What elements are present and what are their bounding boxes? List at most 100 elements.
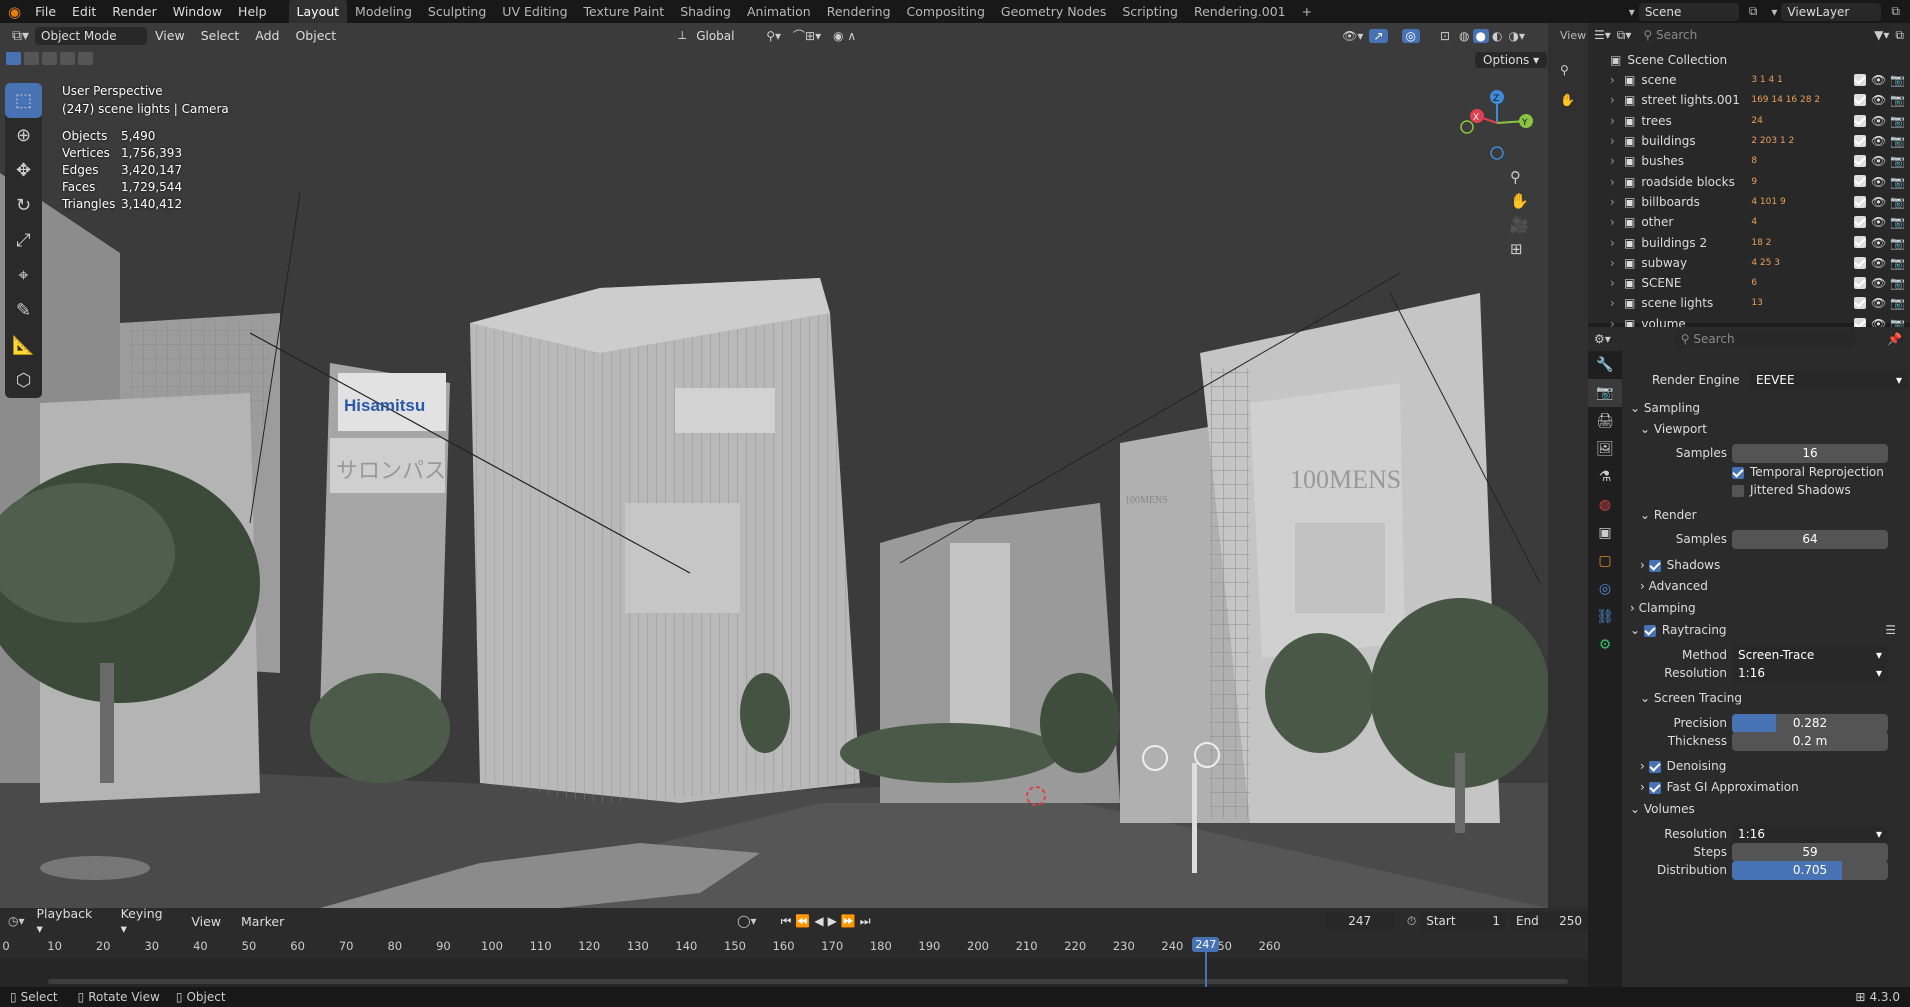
viewport-menu-view[interactable]: View xyxy=(147,28,193,43)
visibility-eye-icon[interactable]: 👁 xyxy=(1871,134,1886,148)
jump-end-icon[interactable]: ⏭ xyxy=(860,914,871,929)
snap-icon[interactable]: ⌒⊞▾ xyxy=(787,27,827,44)
menu-render[interactable]: Render xyxy=(104,0,165,23)
view-layer-icon[interactable]: ▾ xyxy=(1767,5,1781,19)
visibility-eye-icon[interactable]: 👁 xyxy=(1871,215,1886,229)
render-camera-icon[interactable]: 📷 xyxy=(1890,114,1905,128)
visibility-eye-icon[interactable]: 👁 xyxy=(1871,276,1886,290)
render-camera-icon[interactable]: 📷 xyxy=(1890,296,1905,310)
viewport-menu-object[interactable]: Object xyxy=(287,28,344,43)
overlays-toggle-icon[interactable]: ◎ xyxy=(1401,28,1420,43)
tool-rotate-icon[interactable]: ↻ xyxy=(5,188,42,223)
outliner-row[interactable]: › ▣ trees 24 👁 📷 xyxy=(1588,111,1910,131)
navigation-gizmo[interactable]: Z Y X xyxy=(1455,83,1535,163)
shading-rendered-icon[interactable]: ◑▾ xyxy=(1506,29,1529,43)
jump-start-icon[interactable]: ⏮ xyxy=(781,914,792,929)
view-layer-tab-icon[interactable]: 🖼 xyxy=(1588,435,1622,463)
jump-next-key-icon[interactable]: ⏩ xyxy=(841,914,856,928)
pivot-icon[interactable]: ⚲▾ xyxy=(760,29,787,43)
expand-chevron-icon[interactable]: › xyxy=(1610,236,1624,250)
jittered-shadows-checkbox[interactable] xyxy=(1732,484,1744,497)
outliner-row[interactable]: › ▣ scene 3 1 4 1 👁 📷 xyxy=(1588,70,1910,90)
tab-scripting[interactable]: Scripting xyxy=(1114,0,1186,23)
tool-move-icon[interactable]: ✥ xyxy=(5,153,42,188)
distribution-slider[interactable]: 0.705 xyxy=(1732,860,1888,880)
end-frame-field[interactable]: End 250 xyxy=(1509,912,1588,930)
scene-selector-icon[interactable]: ▾ xyxy=(1625,5,1639,19)
menu-file[interactable]: File xyxy=(27,0,64,23)
visibility-eye-icon[interactable]: 👁 xyxy=(1871,93,1886,107)
exclude-checkbox[interactable] xyxy=(1854,134,1866,147)
outliner-row[interactable]: › ▣ other 4 👁 📷 xyxy=(1588,212,1910,232)
expand-chevron-icon[interactable]: › xyxy=(1610,215,1624,229)
timeline-track[interactable] xyxy=(0,958,1588,987)
scene-new-icon[interactable]: ⧉ xyxy=(1739,4,1768,19)
tool-select-box-icon[interactable]: ⬚ xyxy=(5,83,42,118)
timeline-editor-icon[interactable]: ◷▾ xyxy=(8,914,25,928)
tab-geometry-nodes[interactable]: Geometry Nodes xyxy=(993,0,1114,23)
timeline-menu-view[interactable]: View xyxy=(183,914,229,929)
properties-editor-icon[interactable]: ⚙▾ xyxy=(1594,332,1611,346)
raytracing-checkbox[interactable] xyxy=(1643,624,1656,637)
render-camera-icon[interactable]: 📷 xyxy=(1890,73,1905,87)
jump-prev-key-icon[interactable]: ⏪ xyxy=(795,914,810,928)
outliner-row[interactable]: › ▣ buildings 2 203 1 2 👁 📷 xyxy=(1588,131,1910,151)
tab-rendering-001[interactable]: Rendering.001 xyxy=(1186,0,1294,23)
select-extend-icon[interactable] xyxy=(24,52,39,65)
tool-measure-icon[interactable]: 📐 xyxy=(5,328,42,363)
menu-window[interactable]: Window xyxy=(165,0,230,23)
outliner-row[interactable]: › ▣ buildings 2 18 2 👁 📷 xyxy=(1588,232,1910,252)
zoom-icon[interactable]: ⚲ xyxy=(1510,168,1529,186)
scene-collection-row[interactable]: ▣ Scene Collection xyxy=(1588,50,1910,70)
tab-layout[interactable]: Layout xyxy=(288,0,348,23)
exclude-checkbox[interactable] xyxy=(1854,276,1866,289)
expand-chevron-icon[interactable]: › xyxy=(1610,296,1624,310)
denoising-subpanel[interactable]: › Denoising xyxy=(1622,755,1910,777)
blender-logo-icon[interactable]: ◉ xyxy=(0,3,27,21)
viewport-menu-select[interactable]: Select xyxy=(193,28,248,43)
exclude-checkbox[interactable] xyxy=(1854,297,1866,310)
render-camera-icon[interactable]: 📷 xyxy=(1890,215,1905,229)
expand-chevron-icon[interactable]: › xyxy=(1610,276,1624,290)
shading-wireframe-icon[interactable]: ◍ xyxy=(1456,29,1472,43)
strip-zoom-icon[interactable]: ⚲ xyxy=(1560,63,1569,77)
outliner-editor-icon[interactable]: ☰▾ xyxy=(1594,28,1611,42)
select-mode-buttons[interactable] xyxy=(6,52,93,65)
exclude-checkbox[interactable] xyxy=(1854,216,1866,229)
advanced-subpanel[interactable]: › Advanced xyxy=(1622,575,1910,597)
exclude-checkbox[interactable] xyxy=(1854,256,1866,269)
scene-tab-icon[interactable]: ⚗ xyxy=(1588,463,1622,491)
visibility-icon[interactable]: 👁▾ xyxy=(1336,29,1369,43)
select-invert-icon[interactable] xyxy=(60,52,75,65)
preview-range-icon[interactable]: ⏱ xyxy=(1407,914,1416,929)
outliner-new-collection-icon[interactable]: ⧉ xyxy=(1895,28,1910,43)
thickness-field[interactable]: 0.2 m xyxy=(1732,731,1888,751)
viewport-menu-add[interactable]: Add xyxy=(247,28,287,43)
clamping-panel-header[interactable]: › Clamping xyxy=(1622,597,1910,619)
tab-rendering[interactable]: Rendering xyxy=(819,0,899,23)
expand-chevron-icon[interactable]: › xyxy=(1610,114,1624,128)
tool-annotate-icon[interactable]: ✎ xyxy=(5,293,42,328)
render-tab-icon[interactable]: 📷 xyxy=(1588,379,1622,407)
resolution-select[interactable]: 1:16 ▾ xyxy=(1732,663,1888,683)
xray-icon[interactable]: ⊡ xyxy=(1434,29,1456,43)
viewport-subpanel-header[interactable]: ⌄ Viewport xyxy=(1622,418,1910,440)
raytracing-panel-header[interactable]: ⌄ Raytracing ☰ xyxy=(1622,619,1910,641)
outliner-row[interactable]: › ▣ scene lights 13 👁 📷 xyxy=(1588,293,1910,313)
view-layer-field[interactable]: ViewLayer xyxy=(1781,2,1882,21)
timeline-ruler[interactable]: 0 10 20 30 40 50 60 70 80 90 100 110 120 130 140 150 160… xyxy=(0,936,1588,958)
modifier-tab-icon[interactable]: ◎ xyxy=(1588,575,1622,603)
playhead-label[interactable]: 247 xyxy=(1192,937,1220,952)
exclude-checkbox[interactable] xyxy=(1854,236,1866,249)
timeline-menu-marker[interactable]: Marker xyxy=(233,914,292,929)
view-tab[interactable]: View xyxy=(1560,29,1586,42)
scene-name-field[interactable]: Scene xyxy=(1638,2,1739,21)
outliner-display-mode-icon[interactable]: ⧉▾ xyxy=(1617,28,1632,43)
shading-material-icon[interactable]: ◐ xyxy=(1489,29,1505,43)
visibility-eye-icon[interactable]: 👁 xyxy=(1871,236,1886,250)
outliner-row[interactable]: › ▣ subway 4 25 3 👁 📷 xyxy=(1588,253,1910,273)
play-icon[interactable]: ▶ xyxy=(828,914,837,928)
outliner-search-input[interactable]: ⚲ Search xyxy=(1637,26,1788,44)
visibility-eye-icon[interactable]: 👁 xyxy=(1871,73,1886,87)
render-subpanel-header[interactable]: ⌄ Render xyxy=(1622,504,1910,526)
